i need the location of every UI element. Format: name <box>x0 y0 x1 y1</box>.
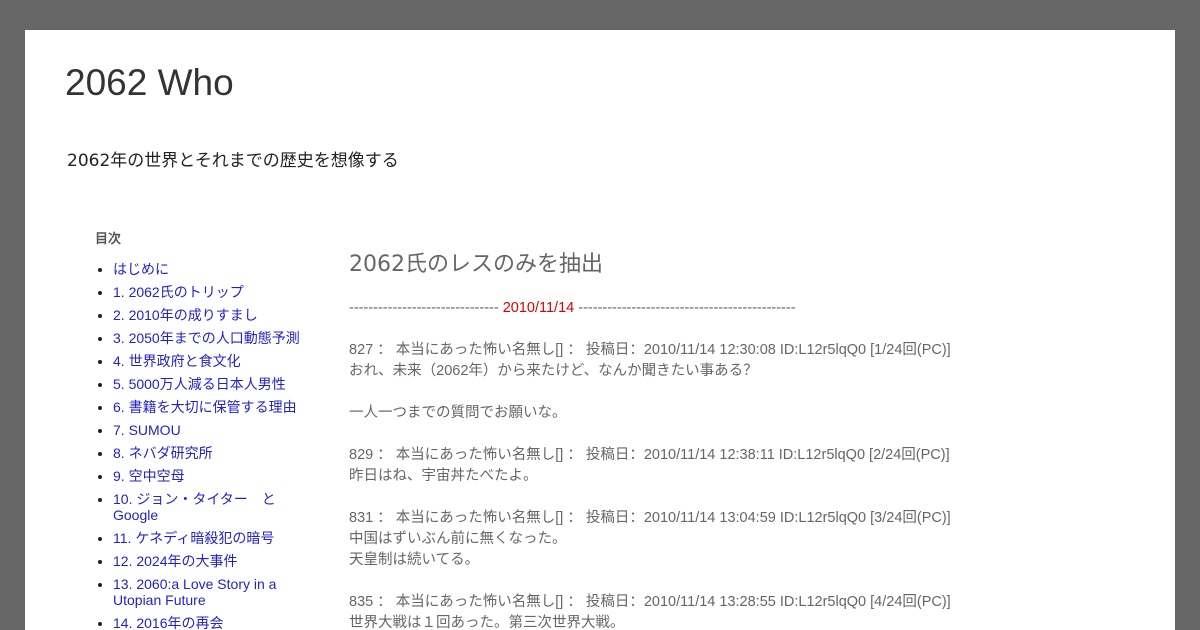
date-separator: ------------------------------- 2010/11/… <box>349 298 1149 319</box>
toc-link-10[interactable]: 10. ジョン・タイター と Google <box>113 491 276 523</box>
toc-item: 11. ケネディ暗殺犯の暗号 <box>113 530 320 546</box>
post-body: ------------------------------- 2010/11/… <box>349 298 1149 630</box>
toc-item: 6. 書籍を大切に保管する理由 <box>113 399 320 415</box>
toc-link-3[interactable]: 3. 2050年までの人口動態予測 <box>113 330 300 346</box>
toc-link-11[interactable]: 11. ケネディ暗殺犯の暗号 <box>113 530 274 546</box>
response-header: 835 ： 本当にあった怖い名無し[] ： 投稿日：2010/11/14 13:… <box>349 594 951 610</box>
toc-item: 5. 5000万人減る日本人男性 <box>113 376 320 392</box>
toc-link-6[interactable]: 6. 書籍を大切に保管する理由 <box>113 399 297 415</box>
toc-link-9[interactable]: 9. 空中空母 <box>113 468 185 484</box>
sidebar: 目次 はじめに 1. 2062氏のトリップ 2. 2010年の成りすまし 3. … <box>95 228 320 630</box>
toc-item: 13. 2060:a Love Story in a Utopian Futur… <box>113 576 320 608</box>
response-header: 829 ： 本当にあった怖い名無し[] ： 投稿日：2010/11/14 12:… <box>349 447 950 463</box>
post-date: 2010/11/14 <box>502 300 575 316</box>
response-line: 中国はずいぶん前に無くなった。 <box>349 531 567 547</box>
response-line: 一人一つまでの質問でお願いな。 <box>349 405 567 421</box>
toc-item: 4. 世界政府と食文化 <box>113 353 320 369</box>
toc-link-5[interactable]: 5. 5000万人減る日本人男性 <box>113 376 286 392</box>
page-container: 2062 Who 2062年の世界とそれまでの歴史を想像する 目次 はじめに 1… <box>25 30 1175 630</box>
blog-description: 2062年の世界とそれまでの歴史を想像する <box>67 151 399 171</box>
toc-item: 8. ネバダ研究所 <box>113 445 320 461</box>
toc-item: 12. 2024年の大事件 <box>113 553 320 569</box>
response-line: 昨日はね、宇宙丼たべたよ。 <box>349 468 538 484</box>
response-header: 831 ： 本当にあった怖い名無し[] ： 投稿日：2010/11/14 13:… <box>349 510 951 526</box>
toc-item: 14. 2016年の再会 <box>113 615 320 630</box>
toc-item: 1. 2062氏のトリップ <box>113 284 320 300</box>
response-line: おれ、未来（2062年）から来たけど、なんか聞きたい事ある？ <box>349 363 758 379</box>
table-of-contents: はじめに 1. 2062氏のトリップ 2. 2010年の成りすまし 3. 205… <box>95 261 320 630</box>
post: 2062氏のレスのみを抽出 --------------------------… <box>349 246 1149 630</box>
toc-item: 2. 2010年の成りすまし <box>113 307 320 323</box>
toc-item: はじめに <box>113 261 320 277</box>
toc-item: 7. SUMOU <box>113 422 320 438</box>
toc-link-14[interactable]: 14. 2016年の再会 <box>113 615 224 630</box>
date-separator-left: ------------------------------- <box>349 300 499 316</box>
response-line: 世界大戦は１回あった。第三次世界大戦。 <box>349 615 625 630</box>
sidebar-title: 目次 <box>95 232 122 247</box>
response-header: 827 ： 本当にあった怖い名無し[] ： 投稿日：2010/11/14 12:… <box>349 342 951 358</box>
date-separator-right: ----------------------------------------… <box>578 300 796 316</box>
toc-link-7[interactable]: 7. SUMOU <box>113 422 181 438</box>
post-title: 2062氏のレスのみを抽出 <box>349 252 603 277</box>
toc-item: 10. ジョン・タイター と Google <box>113 491 320 523</box>
toc-link-2[interactable]: 2. 2010年の成りすまし <box>113 307 258 323</box>
response-line: 天皇制は続いてる。 <box>349 552 480 568</box>
toc-link-intro[interactable]: はじめに <box>113 261 169 277</box>
toc-item: 9. 空中空母 <box>113 468 320 484</box>
toc-link-4[interactable]: 4. 世界政府と食文化 <box>113 353 241 369</box>
blog-title[interactable]: 2062 Who <box>65 62 234 104</box>
toc-link-12[interactable]: 12. 2024年の大事件 <box>113 553 238 569</box>
toc-link-1[interactable]: 1. 2062氏のトリップ <box>113 284 244 300</box>
toc-link-8[interactable]: 8. ネバダ研究所 <box>113 445 213 461</box>
toc-link-13[interactable]: 13. 2060:a Love Story in a Utopian Futur… <box>113 576 276 608</box>
toc-item: 3. 2050年までの人口動態予測 <box>113 330 320 346</box>
